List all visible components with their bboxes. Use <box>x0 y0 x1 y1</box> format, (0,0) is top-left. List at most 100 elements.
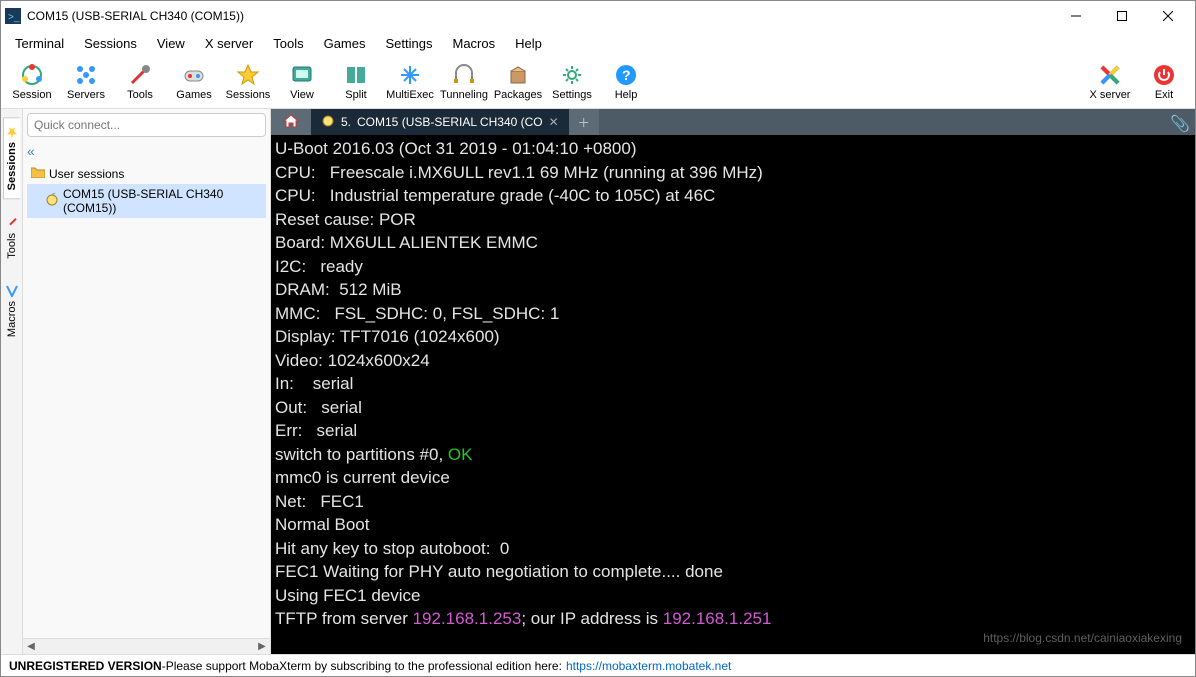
toolbar-label: Games <box>176 89 211 101</box>
sidetab-sessions[interactable]: Sessions <box>3 117 20 199</box>
menu-tools[interactable]: Tools <box>263 34 313 53</box>
toolbar-label: View <box>290 89 314 101</box>
tab-com15[interactable]: 5. COM15 (USB-SERIAL CH340 (CO ✕ <box>311 109 569 135</box>
exit-icon <box>1152 63 1176 87</box>
close-button[interactable] <box>1145 1 1191 31</box>
menu-games[interactable]: Games <box>314 34 376 53</box>
quick-connect-input[interactable] <box>27 113 266 137</box>
tunneling-icon <box>452 63 476 87</box>
collapse-sidebar-icon[interactable]: « <box>27 143 35 159</box>
menu-x-server[interactable]: X server <box>195 34 263 53</box>
terminal-line: In: serial <box>275 372 1191 396</box>
games-button[interactable]: Games <box>167 57 221 107</box>
tab-label: COM15 (USB-SERIAL CH340 (CO <box>357 115 543 129</box>
home-tab[interactable] <box>271 109 311 135</box>
sidebar-scrollbar[interactable]: ◀ ▶ <box>23 638 270 654</box>
split-icon <box>344 63 368 87</box>
macro-icon <box>6 285 18 297</box>
paperclip-icon[interactable]: 📎 <box>1170 114 1190 134</box>
tree-root[interactable]: User sessions <box>27 163 266 184</box>
menu-sessions[interactable]: Sessions <box>74 34 147 53</box>
toolbar-label: Help <box>615 89 638 101</box>
help-icon: ? <box>614 63 638 87</box>
titlebar: >_ COM15 (USB-SERIAL CH340 (COM15)) <box>1 1 1195 31</box>
help-button[interactable]: ? Help <box>599 57 653 107</box>
terminal-line: switch to partitions #0, OK <box>275 443 1191 467</box>
terminal-line: Err: serial <box>275 419 1191 443</box>
tab-close-icon[interactable]: ✕ <box>549 115 559 129</box>
tools-button[interactable]: Tools <box>113 57 167 107</box>
sidebar: « User sessions COM15 (USB-SERIAL CH340 … <box>23 109 271 654</box>
sidetab-label: Sessions <box>6 142 18 190</box>
maximize-button[interactable] <box>1099 1 1145 31</box>
multiexec-icon <box>398 63 422 87</box>
split-button[interactable]: Split <box>329 57 383 107</box>
serial-plug-icon <box>321 114 335 131</box>
toolbar-label: Servers <box>67 89 105 101</box>
terminal-line: Reset cause: POR <box>275 208 1191 232</box>
view-button[interactable]: View <box>275 57 329 107</box>
tree-item-com15[interactable]: COM15 (USB-SERIAL CH340 (COM15)) <box>27 184 266 218</box>
x-server-button[interactable]: X server <box>1083 57 1137 107</box>
scroll-right-icon[interactable]: ▶ <box>254 639 270 654</box>
multiexec-button[interactable]: MultiExec <box>383 57 437 107</box>
tab-bar: 5. COM15 (USB-SERIAL CH340 (CO ✕ ＋ <box>271 109 1195 135</box>
sidetab-tools[interactable]: Tools <box>4 209 20 267</box>
menu-macros[interactable]: Macros <box>442 34 505 53</box>
view-icon <box>290 63 314 87</box>
settings-button[interactable]: Settings <box>545 57 599 107</box>
menu-help[interactable]: Help <box>505 34 552 53</box>
star-icon <box>6 126 18 138</box>
settings-icon <box>560 63 584 87</box>
toolbar-label: Session <box>12 89 51 101</box>
scroll-track[interactable] <box>39 639 254 654</box>
terminal-line: mmc0 is current device <box>275 466 1191 490</box>
session-button[interactable]: Session <box>5 57 59 107</box>
toolbar-label: Tunneling <box>440 89 488 101</box>
toolbar-label: MultiExec <box>386 89 434 101</box>
sidetab-macros[interactable]: Macros <box>4 277 20 345</box>
session-icon <box>20 63 44 87</box>
menu-view[interactable]: View <box>147 34 195 53</box>
unregistered-label: UNREGISTERED VERSION <box>9 659 162 673</box>
new-tab-button[interactable]: ＋ <box>569 109 599 135</box>
sidetab-label: Macros <box>6 301 18 337</box>
wrench-icon <box>6 217 18 229</box>
status-message: Please support MobaXterm by subscribing … <box>166 659 562 673</box>
packages-button[interactable]: Packages <box>491 57 545 107</box>
session-tree: User sessions COM15 (USB-SERIAL CH340 (C… <box>23 161 270 638</box>
terminal-line: Out: serial <box>275 396 1191 420</box>
terminal-line: Display: TFT7016 (1024x600) <box>275 325 1191 349</box>
terminal-line: Net: FEC1 <box>275 490 1191 514</box>
menu-terminal[interactable]: Terminal <box>5 34 74 53</box>
sessions-button[interactable]: Sessions <box>221 57 275 107</box>
tunneling-button[interactable]: Tunneling <box>437 57 491 107</box>
menu-settings[interactable]: Settings <box>376 34 443 53</box>
terminal-line: Board: MX6ULL ALIENTEK EMMC <box>275 231 1191 255</box>
games-icon <box>182 63 206 87</box>
toolbar-label: Settings <box>552 89 592 101</box>
servers-icon <box>74 63 98 87</box>
terminal-line: Normal Boot <box>275 513 1191 537</box>
servers-button[interactable]: Servers <box>59 57 113 107</box>
minimize-button[interactable] <box>1053 1 1099 31</box>
toolbar-label: Split <box>345 89 366 101</box>
tab-index: 5. <box>341 115 351 129</box>
status-link[interactable]: https://mobaxterm.mobatek.net <box>566 659 731 673</box>
terminal-line: TFTP from server 192.168.1.253; our IP a… <box>275 607 1191 631</box>
sidetab-label: Tools <box>6 233 18 259</box>
toolbar-label: Sessions <box>226 89 271 101</box>
exit-button[interactable]: Exit <box>1137 57 1191 107</box>
terminal-line: Using FEC1 device <box>275 584 1191 608</box>
tree-item-label: COM15 (USB-SERIAL CH340 (COM15)) <box>63 187 262 215</box>
scroll-left-icon[interactable]: ◀ <box>23 639 39 654</box>
toolbar-label: X server <box>1090 89 1131 101</box>
packages-icon <box>506 63 530 87</box>
terminal[interactable]: U-Boot 2016.03 (Oct 31 2019 - 01:04:10 +… <box>271 135 1195 654</box>
terminal-line: CPU: Freescale i.MX6ULL rev1.1 69 MHz (r… <box>275 161 1191 185</box>
tools-icon <box>128 63 152 87</box>
terminal-line: U-Boot 2016.03 (Oct 31 2019 - 01:04:10 +… <box>275 137 1191 161</box>
terminal-line: MMC: FSL_SDHC: 0, FSL_SDHC: 1 <box>275 302 1191 326</box>
folder-icon <box>31 166 45 181</box>
toolbar-label: Packages <box>494 89 542 101</box>
